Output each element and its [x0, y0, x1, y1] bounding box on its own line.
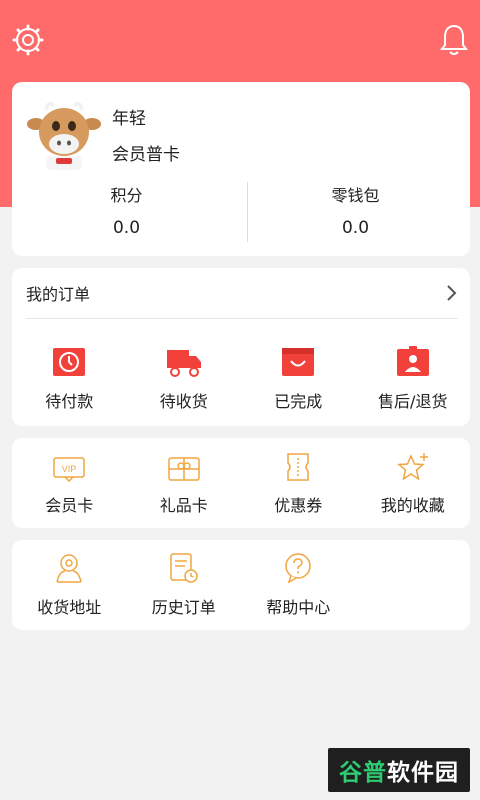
address-icon [56, 554, 82, 583]
service-badge-icon [396, 346, 429, 376]
order-pending-payment-label: 待付款 [45, 392, 94, 411]
history-order-label: 历史订单 [151, 598, 216, 617]
history-order-icon [170, 553, 198, 583]
coupon-item[interactable]: 优惠券 [241, 450, 356, 516]
tools-grid: 收货地址 历史订单 帮助中心 [12, 550, 470, 618]
member-card-item[interactable]: VIP 会员卡 [12, 450, 127, 516]
order-after-sales-label: 售后/退货 [378, 392, 448, 411]
order-pending-receipt-label: 待收货 [159, 392, 208, 411]
gift-card-icon [168, 457, 200, 481]
history-order-item[interactable]: 历史订单 [127, 550, 242, 618]
member-card-label: 会员卡 [45, 496, 94, 515]
avatar[interactable] [26, 98, 102, 174]
order-after-sales[interactable]: 售后/退货 [356, 338, 471, 412]
favorites-item[interactable]: 我的收藏 [356, 450, 471, 516]
help-center-item[interactable]: 帮助中心 [241, 550, 356, 618]
help-icon [285, 553, 311, 584]
svg-text:VIP: VIP [62, 464, 77, 474]
order-completed-label: 已完成 [274, 392, 323, 411]
points-label: 积分 [110, 186, 143, 205]
orders-header[interactable]: 我的订单 [26, 268, 458, 319]
username: 年轻 [112, 109, 146, 129]
favorites-label: 我的收藏 [380, 496, 445, 515]
member-level: 会员普卡 [112, 145, 180, 165]
chevron-right-icon [447, 285, 457, 301]
coupon-icon [287, 453, 309, 481]
tools-card: 收货地址 历史订单 帮助中心 [12, 540, 470, 630]
smile-box-icon [282, 348, 315, 376]
services-grid: VIP 会员卡 礼品卡 优惠券 我的收藏 [12, 450, 470, 516]
star-icon [396, 453, 428, 481]
order-completed[interactable]: 已完成 [241, 338, 356, 412]
profile-card: 年轻 会员普卡 积分 0.0 零钱包 0.0 [12, 82, 470, 256]
watermark-part2: 软件园 [387, 760, 459, 786]
watermark-logo: 谷普 软件园 [328, 748, 470, 792]
vip-card-icon: VIP [53, 457, 85, 482]
points-stat[interactable]: 积分 0.0 [12, 182, 241, 238]
settings-button[interactable] [10, 22, 46, 58]
gift-card-item[interactable]: 礼品卡 [127, 450, 242, 516]
orders-title: 我的订单 [26, 285, 91, 304]
watermark-part1: 谷普 [339, 760, 387, 786]
cow-mascot-icon [27, 101, 101, 170]
orders-grid: 待付款 待收货 已完成 售后/退货 [12, 338, 470, 412]
wallet-stat[interactable]: 零钱包 0.0 [241, 182, 470, 238]
order-pending-receipt[interactable]: 待收货 [127, 338, 242, 412]
orders-card: 我的订单 待付款 待收货 已完成 售后/退货 [12, 268, 470, 426]
points-value: 0.0 [112, 218, 141, 238]
wallet-label: 零钱包 [331, 186, 380, 205]
order-pending-payment[interactable]: 待付款 [12, 338, 127, 412]
truck-icon [166, 350, 201, 377]
wallet-value: 0.0 [341, 218, 370, 238]
services-card: VIP 会员卡 礼品卡 优惠券 我的收藏 [12, 438, 470, 528]
address-item[interactable]: 收货地址 [12, 550, 127, 618]
notification-button[interactable] [436, 22, 472, 58]
gear-icon [12, 24, 44, 56]
gift-card-label: 礼品卡 [159, 496, 208, 515]
clock-icon [53, 348, 86, 376]
address-label: 收货地址 [37, 598, 102, 617]
coupon-label: 优惠券 [274, 496, 323, 515]
help-center-label: 帮助中心 [266, 598, 331, 617]
bell-icon [440, 24, 468, 55]
